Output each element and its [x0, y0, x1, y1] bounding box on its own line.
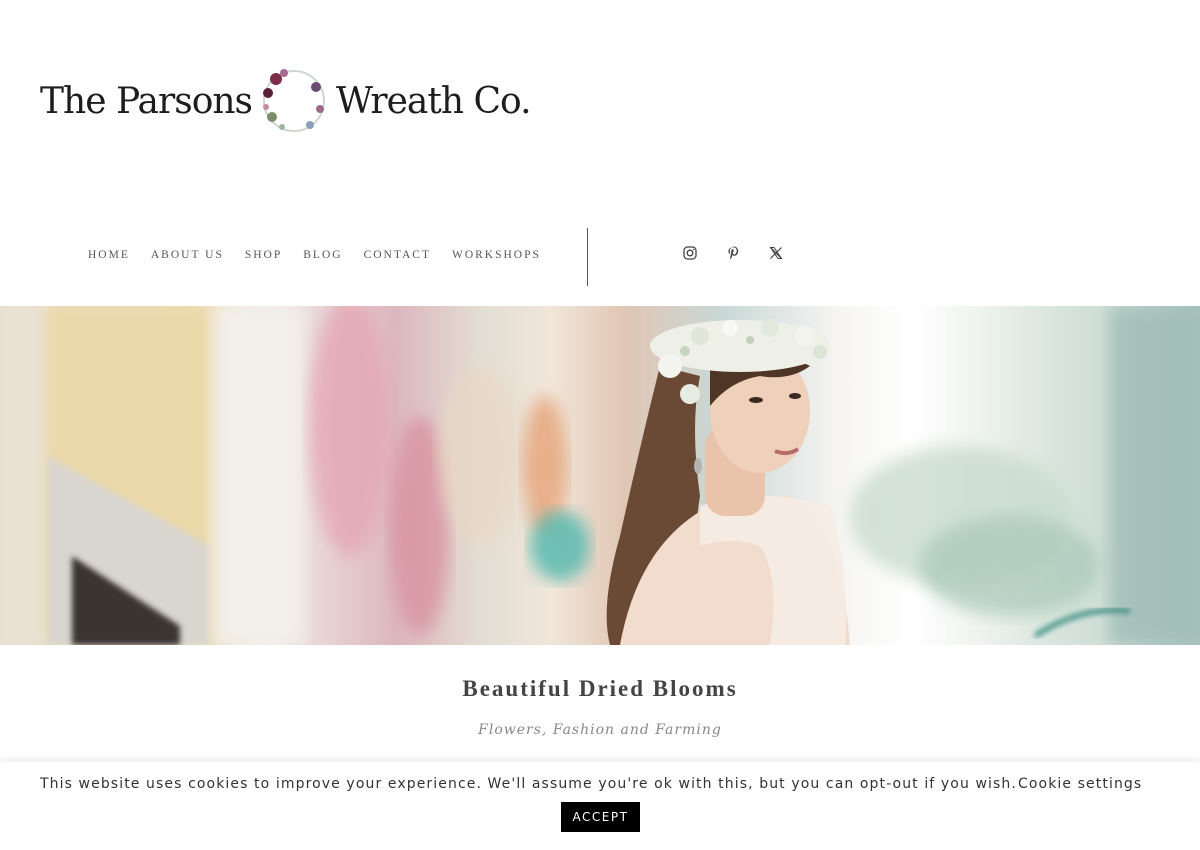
- nav-item-about-us[interactable]: ABOUT US: [151, 249, 224, 261]
- nav-item-contact[interactable]: CONTACT: [364, 249, 431, 261]
- accept-cookies-button[interactable]: ACCEPT: [561, 802, 640, 832]
- nav-item-workshops[interactable]: WORKSHOPS: [452, 249, 541, 261]
- cookie-message: This website uses cookies to improve you…: [40, 776, 1017, 792]
- x-twitter-icon[interactable]: [768, 245, 784, 261]
- hero-title: Beautiful Dried Blooms: [462, 676, 738, 701]
- main-navigation: HOME ABOUT US SHOP BLOG CONTACT WORKSHOP…: [88, 249, 562, 261]
- site-logo[interactable]: The Parsons Wreath Co.: [40, 62, 532, 140]
- cookie-settings-link[interactable]: Cookie settings: [1018, 776, 1142, 792]
- pinterest-icon[interactable]: [725, 245, 741, 261]
- instagram-icon[interactable]: [682, 245, 698, 261]
- logo-text-right: Wreath Co.: [336, 80, 531, 122]
- logo-text-left: The Parsons: [40, 80, 253, 122]
- nav-divider: [587, 228, 588, 286]
- hero-photo-illustration: [0, 306, 1200, 645]
- wreath-logo-icon: [263, 69, 326, 132]
- nav-item-blog[interactable]: BLOG: [303, 249, 342, 261]
- cookie-consent-bar: This website uses cookies to improve you…: [0, 762, 1200, 850]
- social-links: [682, 245, 784, 261]
- hero-tagline: Flowers, Fashion and Farming: [478, 722, 722, 738]
- hero-image: [0, 306, 1200, 645]
- nav-item-shop[interactable]: SHOP: [245, 249, 282, 261]
- nav-item-home[interactable]: HOME: [88, 249, 130, 261]
